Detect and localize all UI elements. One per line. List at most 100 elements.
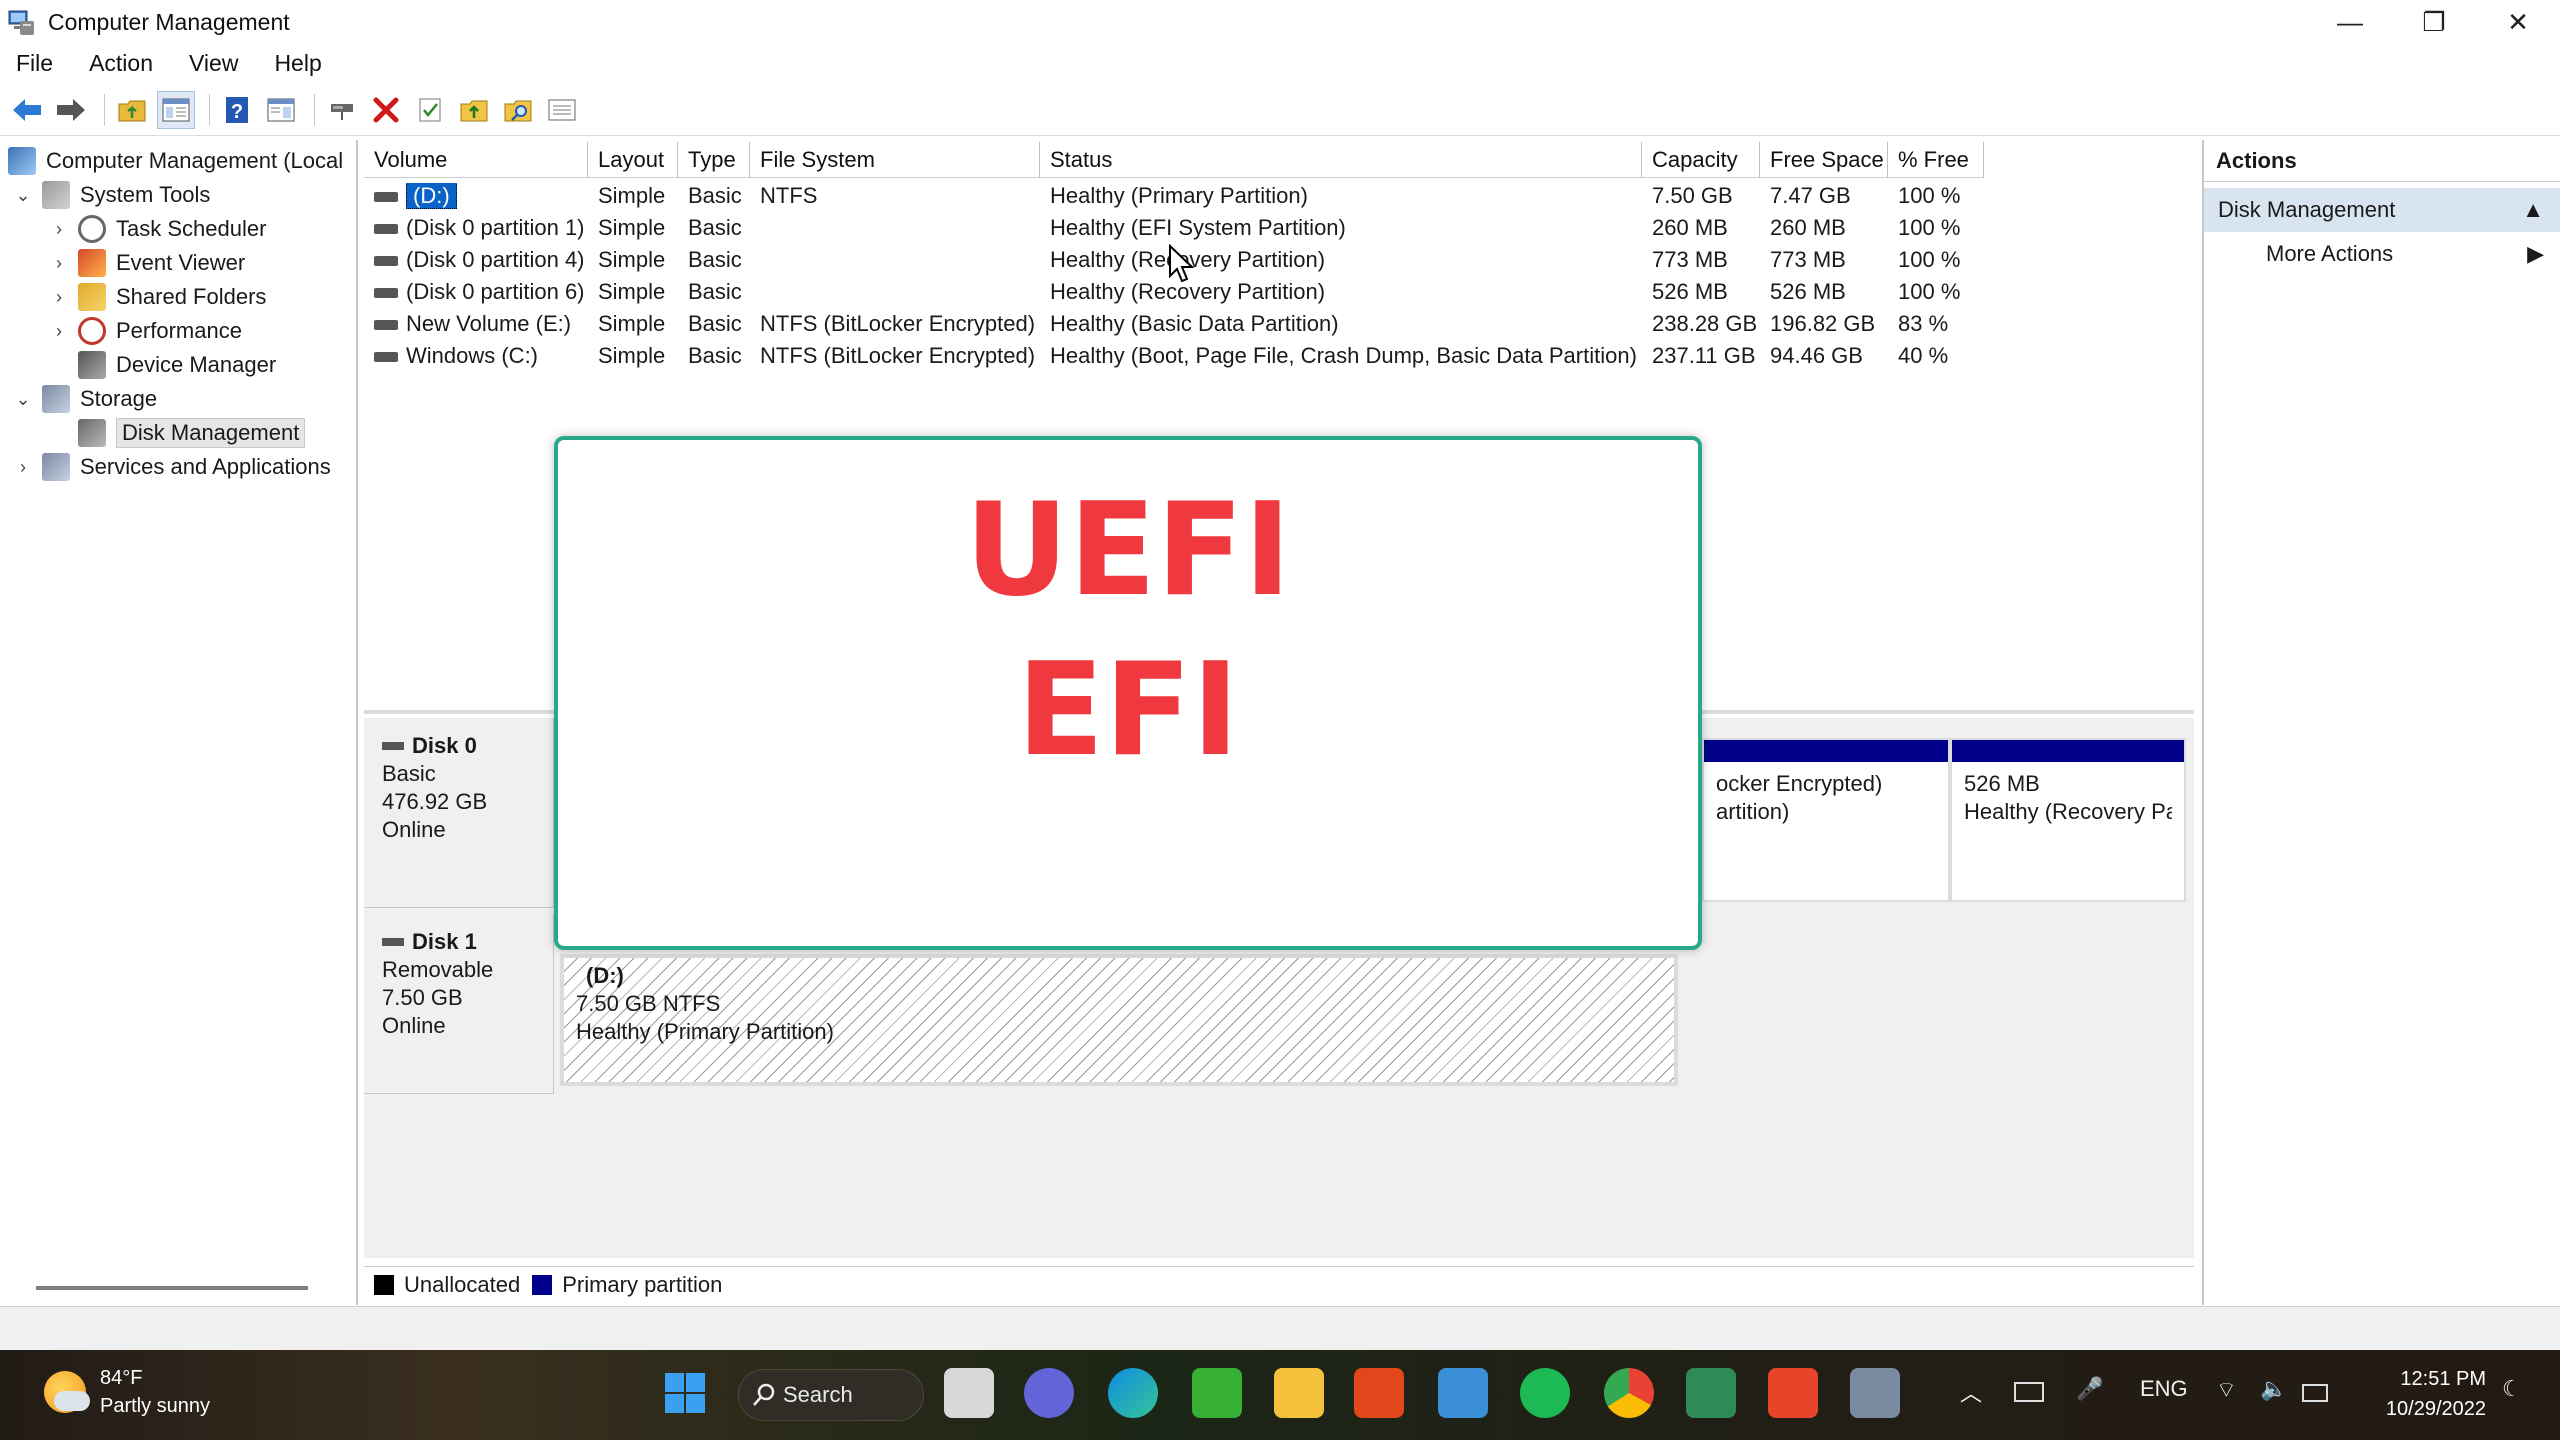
open-folder-icon[interactable] [455,91,493,129]
control-panel-icon[interactable] [1438,1368,1488,1418]
minimize-button[interactable]: — [2308,0,2392,44]
tree-item-services-apps[interactable]: › Services and Applications [12,450,331,484]
tree-item-device-manager[interactable]: Device Manager [78,348,276,382]
menu-action[interactable]: Action [89,50,153,77]
device-manager-icon [78,351,106,379]
search-folder-icon[interactable] [499,91,537,129]
back-arrow-icon[interactable] [8,91,46,129]
table-cell-fs: NTFS [760,183,818,208]
chevron-right-icon[interactable]: › [12,456,34,478]
table-cell-status: Healthy (Recovery Partition) [1050,247,1326,272]
volume-icon[interactable]: 🔈 [2260,1376,2287,1402]
language-indicator[interactable]: ENG [2140,1376,2188,1402]
file-explorer-icon[interactable] [1274,1368,1324,1418]
notifications-icon[interactable]: ☾ [2502,1376,2522,1402]
chevron-down-icon[interactable]: ⌄ [12,388,34,410]
partition-d[interactable]: (D:) 7.50 GB NTFS Healthy (Primary Parti… [560,954,1678,1086]
table-cell-layout: Simple [598,183,666,208]
forward-arrow-icon[interactable] [52,91,90,129]
chrome-icon[interactable] [1604,1368,1654,1418]
clock-icon [78,215,106,243]
taskbar-search[interactable]: Search [738,1369,924,1421]
battery-icon[interactable] [2302,1384,2328,1402]
edge-icon[interactable] [1108,1368,1158,1418]
legend-unallocated: Unallocated [404,1271,521,1297]
partition-windows-c[interactable]: ocker Encrypted) artition) [1702,738,1950,902]
tree-horizontal-scrollbar[interactable] [36,1286,308,1290]
tree-item-system-tools[interactable]: ⌄ System Tools [12,178,210,212]
presentation-icon[interactable] [1686,1368,1736,1418]
column-layout[interactable]: Layout [588,142,678,178]
disk-size: 476.92 GB [382,789,488,814]
table-row[interactable]: (Disk 0 partition 1) Simple Basic Healthy (… [364,212,1984,244]
camtasia-icon[interactable] [1192,1368,1242,1418]
more-actions[interactable]: More Actions ▶ [2204,232,2560,276]
check-icon[interactable] [411,91,449,129]
collapse-up-icon[interactable]: ▲ [2522,197,2544,223]
chevron-up-icon[interactable]: ︿ [1960,1376,1982,1408]
volume-icon [374,288,398,299]
chevron-down-icon[interactable]: ⌄ [12,184,34,206]
help-icon[interactable]: ? [218,91,256,129]
chevron-right-icon[interactable]: › [48,218,70,240]
up-folder-icon[interactable] [113,91,151,129]
spotify-icon[interactable] [1520,1368,1570,1418]
taskbar-clock[interactable]: 12:51 PM 10/29/2022 [2356,1364,2486,1424]
start-icon[interactable] [660,1368,710,1418]
office-icon[interactable] [1354,1368,1404,1418]
connect-icon[interactable] [323,91,361,129]
microphone-icon[interactable]: 🎤 [2076,1376,2103,1402]
actions-section-disk-management[interactable]: Disk Management ▲ [2204,188,2560,232]
delete-icon[interactable] [367,91,405,129]
tree-item-storage[interactable]: ⌄ Storage [12,382,157,416]
keyboard-icon[interactable] [2014,1382,2044,1402]
wifi-icon[interactable]: ⌔ [2216,1376,2237,1404]
weather-widget[interactable]: 84°F Partly sunny [44,1364,210,1420]
column-capacity[interactable]: Capacity [1642,142,1760,178]
chevron-right-icon[interactable]: › [48,320,70,342]
column-free-space[interactable]: Free Space [1760,142,1888,178]
table-cell-volume: New Volume (E:) [364,311,588,337]
disk-1-label[interactable]: Disk 1 Removable 7.50 GB Online [364,914,554,1094]
table-cell-status: Healthy (Basic Data Partition) [1050,311,1339,336]
column-volume[interactable]: Volume [364,142,588,178]
table-row[interactable]: New Volume (E:) Simple Basic NTFS (BitLocke… [364,308,1984,340]
chevron-right-icon[interactable]: › [48,252,70,274]
title-bar: Computer Management — ❐ ✕ [0,0,2560,44]
services-icon [42,453,70,481]
tree-item-performance[interactable]: › Performance [48,314,242,348]
teams-chat-icon[interactable] [1024,1368,1074,1418]
table-row[interactable]: (D:) Simple Basic NTFS Healthy (Primary Part… [364,180,1984,212]
close-button[interactable]: ✕ [2476,0,2560,44]
table-cell-type: Basic [688,183,742,208]
properties-icon[interactable] [262,91,300,129]
chevron-right-icon[interactable]: › [48,286,70,308]
table-row[interactable]: Windows (C:) Simple Basic NTFS (BitLocker E… [364,340,1984,372]
overlay-line-1: UEFI [964,476,1292,625]
computer-management-taskbar-icon[interactable] [1850,1368,1900,1418]
restore-button[interactable]: ❐ [2392,0,2476,44]
tree-root[interactable]: Computer Management (Local [8,144,343,178]
column-type[interactable]: Type [678,142,750,178]
tree-item-shared-folders[interactable]: › Shared Folders [48,280,266,314]
tree-item-event-viewer[interactable]: › Event Viewer [48,246,245,280]
tree-item-task-scheduler[interactable]: › Task Scheduler [48,212,266,246]
tree-item-disk-management[interactable]: Disk Management [78,416,306,450]
column-status[interactable]: Status [1040,142,1642,178]
mouse-cursor-icon [1168,243,1195,284]
volume-name: (Disk 0 partition 4) [406,247,585,272]
partition-recovery-6[interactable]: 526 MB Healthy (Recovery Pa [1950,738,2186,902]
column-percent-free[interactable]: % Free [1888,142,1984,178]
task-view-icon[interactable] [944,1368,994,1418]
column-file-system[interactable]: File System [750,142,1040,178]
menu-file[interactable]: File [16,50,53,77]
snagit-icon[interactable] [1768,1368,1818,1418]
table-cell-fs: NTFS (BitLocker Encrypted) [760,311,1036,336]
primary-swatch [532,1274,553,1295]
menu-help[interactable]: Help [274,50,321,77]
disk-0-label[interactable]: Disk 0 Basic 476.92 GB Online [364,718,554,908]
table-cell-volume: Windows (C:) [364,343,588,369]
menu-view[interactable]: View [189,50,238,77]
show-hide-tree-icon[interactable] [157,90,195,129]
list-view-icon[interactable] [543,91,581,129]
